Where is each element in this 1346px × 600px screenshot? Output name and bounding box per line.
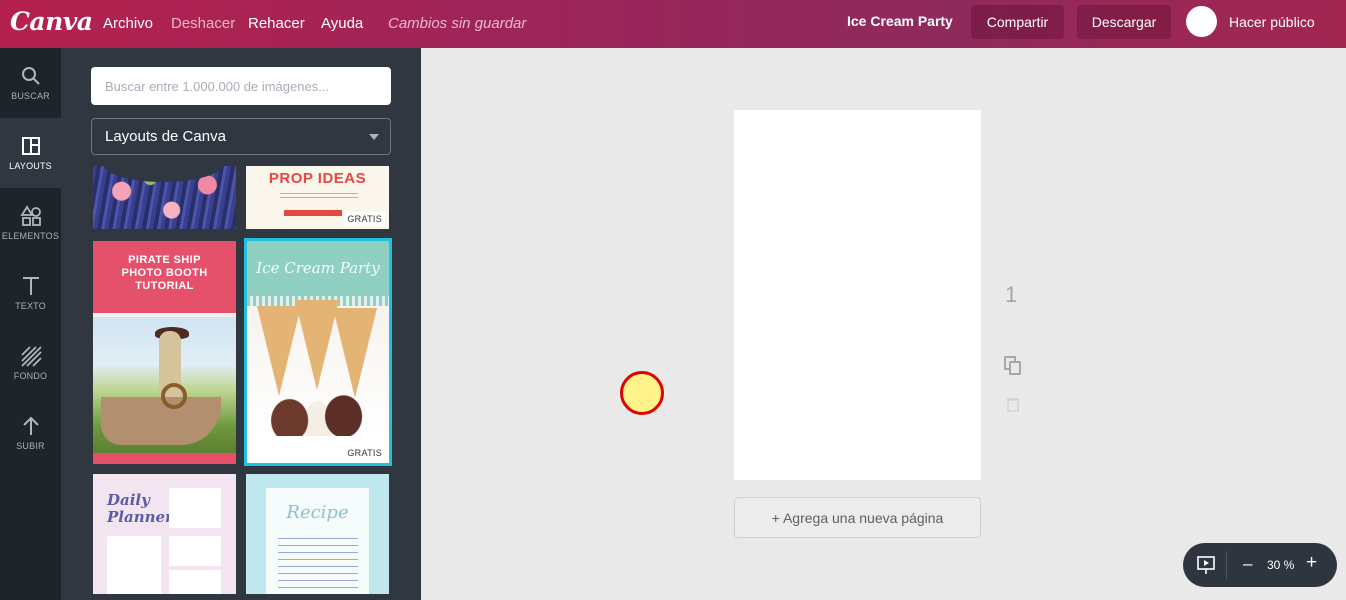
thumb-decoration xyxy=(278,538,358,588)
thumb-decoration xyxy=(169,536,221,566)
save-status: Cambios sin guardar xyxy=(388,15,527,32)
layouts-panel: Layouts de Canva PROP IDEAS GRATIS PIRAT… xyxy=(61,48,421,600)
zoom-level: 30 % xyxy=(1267,558,1295,572)
background-icon xyxy=(20,346,42,367)
rail-item-fondo[interactable]: FONDO xyxy=(0,328,61,398)
copy-page-icon[interactable] xyxy=(1004,356,1022,376)
design-page[interactable] xyxy=(734,110,981,480)
layout-thumb-pirate-ship[interactable]: PIRATE SHIP PHOTO BOOTH TUTORIAL xyxy=(93,241,236,464)
zoom-in-button[interactable]: + xyxy=(1306,552,1317,574)
side-rail: BUSCAR LAYOUTS ELEMENTOS TEXTO FONDO SUB… xyxy=(0,48,61,600)
layout-thumb-recipe[interactable]: Recipe xyxy=(246,474,389,594)
download-button[interactable]: Descargar xyxy=(1077,5,1171,39)
layout-thumb-ice-cream-party[interactable]: Ice Cream Party GRATIS xyxy=(244,238,392,466)
zoom-out-button[interactable]: – xyxy=(1243,554,1252,574)
thumb-title: PROP IDEAS xyxy=(268,170,367,187)
rail-label: BUSCAR xyxy=(11,91,50,101)
rail-item-subir[interactable]: SUBIR xyxy=(0,398,61,468)
thumb-decoration xyxy=(284,210,342,216)
text-icon xyxy=(22,277,39,295)
make-public-button[interactable]: Hacer público xyxy=(1229,14,1315,30)
rail-item-layouts[interactable]: LAYOUTS xyxy=(0,118,61,188)
canva-logo[interactable]: Canva xyxy=(10,7,93,36)
thumb-decoration xyxy=(169,570,221,594)
document-title[interactable]: Ice Cream Party xyxy=(847,13,953,29)
shapes-icon xyxy=(19,205,41,226)
thumb-title: Recipe xyxy=(286,502,349,523)
free-badge: GRATIS xyxy=(344,212,385,226)
layout-thumb-flowers[interactable] xyxy=(93,166,236,229)
layout-source-select[interactable]: Layouts de Canva xyxy=(91,118,391,155)
rail-item-buscar[interactable]: BUSCAR xyxy=(0,48,61,118)
rail-item-texto[interactable]: TEXTO xyxy=(0,258,61,328)
menu-archivo[interactable]: Archivo xyxy=(103,15,153,32)
avatar[interactable] xyxy=(1186,6,1217,37)
click-cursor-indicator xyxy=(620,371,664,415)
rail-label: TEXTO xyxy=(15,301,46,311)
trash-icon[interactable] xyxy=(1006,396,1020,412)
layout-thumb-prop-ideas[interactable]: PROP IDEAS GRATIS xyxy=(246,166,389,229)
layout-icon xyxy=(21,137,40,155)
chevron-down-icon xyxy=(369,134,379,140)
zoom-controls: – 30 % + xyxy=(1183,543,1337,587)
menu-deshacer[interactable]: Deshacer xyxy=(171,15,235,32)
rail-label: FONDO xyxy=(13,371,48,381)
page-number: 1 xyxy=(1005,282,1018,307)
thumb-image xyxy=(247,300,389,436)
thumb-card: Recipe xyxy=(266,488,369,594)
thumb-title: Daily Planner xyxy=(107,491,173,526)
upload-icon xyxy=(22,416,39,435)
thumb-image xyxy=(93,317,236,453)
menu-rehacer[interactable]: Rehacer xyxy=(248,15,305,32)
rail-label: LAYOUTS xyxy=(9,161,52,171)
thumb-decoration xyxy=(280,193,358,200)
search-icon xyxy=(21,67,40,85)
present-icon[interactable] xyxy=(1197,555,1215,575)
thumb-decoration xyxy=(101,397,221,445)
thumb-footer xyxy=(93,453,236,464)
thumb-decoration xyxy=(169,488,221,528)
thumb-title: PIRATE SHIP PHOTO BOOTH TUTORIAL xyxy=(121,254,208,292)
layout-thumb-daily-planner[interactable]: Daily Planner xyxy=(93,474,236,594)
share-button[interactable]: Compartir xyxy=(971,5,1064,39)
rail-item-elementos[interactable]: ELEMENTOS xyxy=(0,188,61,258)
menu-ayuda[interactable]: Ayuda xyxy=(321,15,363,32)
rail-label: SUBIR xyxy=(16,441,45,451)
thumb-title: Ice Cream Party xyxy=(256,259,380,277)
rail-label: ELEMENTOS xyxy=(1,231,60,241)
top-bar: Canva Archivo Deshacer Rehacer Ayuda Cam… xyxy=(0,0,1346,48)
divider xyxy=(1226,551,1227,579)
add-page-button[interactable]: + Agrega una nueva página xyxy=(734,497,981,538)
thumb-decoration xyxy=(161,383,187,409)
search-input[interactable] xyxy=(91,67,391,105)
free-badge: GRATIS xyxy=(344,446,385,460)
select-value: Layouts de Canva xyxy=(105,128,226,145)
thumb-decoration xyxy=(333,308,377,398)
thumb-decoration xyxy=(107,536,161,594)
